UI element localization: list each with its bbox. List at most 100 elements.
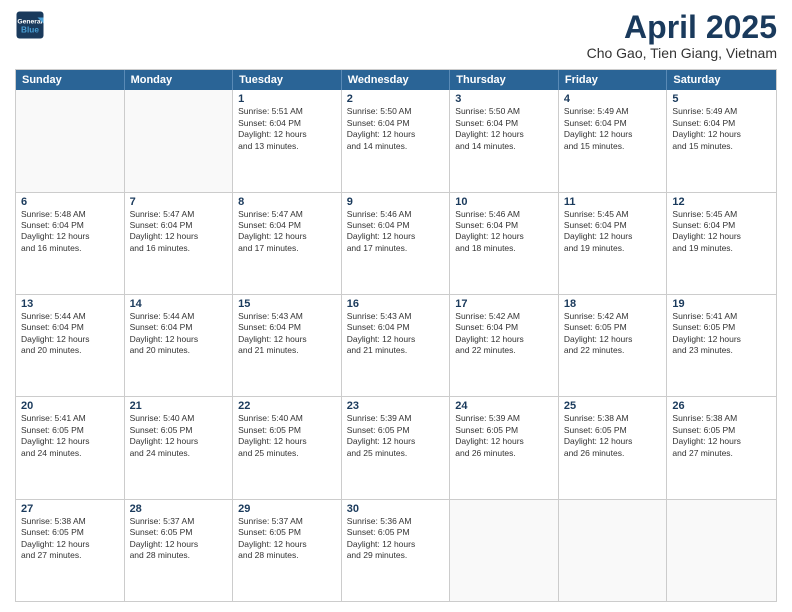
calendar-empty-cell	[450, 500, 559, 601]
day-number: 21	[130, 400, 228, 412]
day-number: 20	[21, 400, 119, 412]
calendar-day-11: 11Sunrise: 5:45 AMSunset: 6:04 PMDayligh…	[559, 193, 668, 294]
calendar-day-24: 24Sunrise: 5:39 AMSunset: 6:05 PMDayligh…	[450, 397, 559, 498]
calendar-week-2: 6Sunrise: 5:48 AMSunset: 6:04 PMDaylight…	[16, 192, 776, 294]
day-info: Sunrise: 5:45 AMSunset: 6:04 PMDaylight:…	[672, 209, 771, 255]
day-number: 2	[347, 93, 445, 105]
day-number: 18	[564, 298, 662, 310]
calendar-day-10: 10Sunrise: 5:46 AMSunset: 6:04 PMDayligh…	[450, 193, 559, 294]
calendar-day-12: 12Sunrise: 5:45 AMSunset: 6:04 PMDayligh…	[667, 193, 776, 294]
day-info: Sunrise: 5:41 AMSunset: 6:05 PMDaylight:…	[672, 311, 771, 357]
day-number: 4	[564, 93, 662, 105]
day-info: Sunrise: 5:42 AMSunset: 6:05 PMDaylight:…	[564, 311, 662, 357]
day-number: 5	[672, 93, 771, 105]
header-day-wednesday: Wednesday	[342, 70, 451, 90]
day-number: 30	[347, 503, 445, 515]
day-info: Sunrise: 5:49 AMSunset: 6:04 PMDaylight:…	[672, 106, 771, 152]
day-number: 23	[347, 400, 445, 412]
day-info: Sunrise: 5:36 AMSunset: 6:05 PMDaylight:…	[347, 516, 445, 562]
day-number: 29	[238, 503, 336, 515]
day-number: 9	[347, 196, 445, 208]
header-day-friday: Friday	[559, 70, 668, 90]
header-day-sunday: Sunday	[16, 70, 125, 90]
day-info: Sunrise: 5:46 AMSunset: 6:04 PMDaylight:…	[347, 209, 445, 255]
day-number: 10	[455, 196, 553, 208]
calendar-day-17: 17Sunrise: 5:42 AMSunset: 6:04 PMDayligh…	[450, 295, 559, 396]
day-number: 12	[672, 196, 771, 208]
calendar-day-5: 5Sunrise: 5:49 AMSunset: 6:04 PMDaylight…	[667, 90, 776, 191]
page: General Blue April 2025 Cho Gao, Tien Gi…	[0, 0, 792, 612]
logo-icon: General Blue	[15, 10, 45, 40]
month-title: April 2025	[587, 10, 777, 45]
day-info: Sunrise: 5:46 AMSunset: 6:04 PMDaylight:…	[455, 209, 553, 255]
day-number: 13	[21, 298, 119, 310]
header-day-tuesday: Tuesday	[233, 70, 342, 90]
calendar-empty-cell	[16, 90, 125, 191]
day-info: Sunrise: 5:47 AMSunset: 6:04 PMDaylight:…	[130, 209, 228, 255]
calendar-day-25: 25Sunrise: 5:38 AMSunset: 6:05 PMDayligh…	[559, 397, 668, 498]
day-info: Sunrise: 5:38 AMSunset: 6:05 PMDaylight:…	[21, 516, 119, 562]
day-info: Sunrise: 5:43 AMSunset: 6:04 PMDaylight:…	[238, 311, 336, 357]
calendar-day-19: 19Sunrise: 5:41 AMSunset: 6:05 PMDayligh…	[667, 295, 776, 396]
day-number: 17	[455, 298, 553, 310]
day-info: Sunrise: 5:40 AMSunset: 6:05 PMDaylight:…	[238, 413, 336, 459]
calendar-day-21: 21Sunrise: 5:40 AMSunset: 6:05 PMDayligh…	[125, 397, 234, 498]
day-number: 26	[672, 400, 771, 412]
calendar-day-27: 27Sunrise: 5:38 AMSunset: 6:05 PMDayligh…	[16, 500, 125, 601]
calendar-day-26: 26Sunrise: 5:38 AMSunset: 6:05 PMDayligh…	[667, 397, 776, 498]
day-number: 7	[130, 196, 228, 208]
calendar-day-14: 14Sunrise: 5:44 AMSunset: 6:04 PMDayligh…	[125, 295, 234, 396]
day-info: Sunrise: 5:44 AMSunset: 6:04 PMDaylight:…	[130, 311, 228, 357]
day-info: Sunrise: 5:50 AMSunset: 6:04 PMDaylight:…	[455, 106, 553, 152]
calendar-week-3: 13 Sunrise: 5:44 AMSunset: 6:04 PMDayligh…	[16, 294, 776, 396]
logo: General Blue	[15, 10, 49, 40]
calendar-day-1: 1Sunrise: 5:51 AMSunset: 6:04 PMDaylight…	[233, 90, 342, 191]
day-number: 27	[21, 503, 119, 515]
calendar-week-5: 27Sunrise: 5:38 AMSunset: 6:05 PMDayligh…	[16, 499, 776, 601]
day-number: 8	[238, 196, 336, 208]
calendar: SundayMondayTuesdayWednesdayThursdayFrid…	[15, 69, 777, 602]
location: Cho Gao, Tien Giang, Vietnam	[587, 45, 777, 61]
day-number: 24	[455, 400, 553, 412]
calendar-day-16: 16Sunrise: 5:43 AMSunset: 6:04 PMDayligh…	[342, 295, 451, 396]
day-number: 6	[21, 196, 119, 208]
day-info: Sunrise: 5:47 AMSunset: 6:04 PMDaylight:…	[238, 209, 336, 255]
day-number: 22	[238, 400, 336, 412]
calendar-day-13: 13Sunrise: 5:44 AMSunset: 6:04 PMDayligh…	[16, 295, 125, 396]
calendar-header: SundayMondayTuesdayWednesdayThursdayFrid…	[16, 70, 776, 90]
calendar-day-7: 7Sunrise: 5:47 AMSunset: 6:04 PMDaylight…	[125, 193, 234, 294]
svg-text:Blue: Blue	[21, 26, 39, 35]
calendar-day-4: 4Sunrise: 5:49 AMSunset: 6:04 PMDaylight…	[559, 90, 668, 191]
day-info: Sunrise: 5:39 AMSunset: 6:05 PMDaylight:…	[347, 413, 445, 459]
calendar-week-4: 20Sunrise: 5:41 AMSunset: 6:05 PMDayligh…	[16, 396, 776, 498]
calendar-day-3: 3Sunrise: 5:50 AMSunset: 6:04 PMDaylight…	[450, 90, 559, 191]
day-number: 3	[455, 93, 553, 105]
day-info: Sunrise: 5:39 AMSunset: 6:05 PMDaylight:…	[455, 413, 553, 459]
day-number: 11	[564, 196, 662, 208]
calendar-day-23: 23Sunrise: 5:39 AMSunset: 6:05 PMDayligh…	[342, 397, 451, 498]
calendar-day-6: 6Sunrise: 5:48 AMSunset: 6:04 PMDaylight…	[16, 193, 125, 294]
calendar-empty-cell	[559, 500, 668, 601]
calendar-day-22: 22Sunrise: 5:40 AMSunset: 6:05 PMDayligh…	[233, 397, 342, 498]
header: General Blue April 2025 Cho Gao, Tien Gi…	[15, 10, 777, 61]
day-info: Sunrise: 5:48 AMSunset: 6:04 PMDaylight:…	[21, 209, 119, 255]
title-area: April 2025 Cho Gao, Tien Giang, Vietnam	[587, 10, 777, 61]
calendar-day-8: 8Sunrise: 5:47 AMSunset: 6:04 PMDaylight…	[233, 193, 342, 294]
day-info: Sunrise: 5:45 AMSunset: 6:04 PMDaylight:…	[564, 209, 662, 255]
day-number: 15	[238, 298, 336, 310]
day-info: Sunrise: 5:49 AMSunset: 6:04 PMDaylight:…	[564, 106, 662, 152]
day-info: Sunrise: 5:41 AMSunset: 6:05 PMDaylight:…	[21, 413, 119, 459]
day-info: Sunrise: 5:50 AMSunset: 6:04 PMDaylight:…	[347, 106, 445, 152]
calendar-day-15: 15Sunrise: 5:43 AMSunset: 6:04 PMDayligh…	[233, 295, 342, 396]
calendar-day-29: 29Sunrise: 5:37 AMSunset: 6:05 PMDayligh…	[233, 500, 342, 601]
day-info: Sunrise: 5:37 AMSunset: 6:05 PMDaylight:…	[238, 516, 336, 562]
calendar-week-1: 1Sunrise: 5:51 AMSunset: 6:04 PMDaylight…	[16, 90, 776, 191]
svg-text:General: General	[17, 19, 42, 26]
header-day-thursday: Thursday	[450, 70, 559, 90]
day-info: Sunrise: 5:43 AMSunset: 6:04 PMDaylight:…	[347, 311, 445, 357]
day-number: 14	[130, 298, 228, 310]
calendar-day-28: 28Sunrise: 5:37 AMSunset: 6:05 PMDayligh…	[125, 500, 234, 601]
calendar-empty-cell	[125, 90, 234, 191]
day-info: Sunrise: 5:38 AMSunset: 6:05 PMDaylight:…	[564, 413, 662, 459]
calendar-body: 1Sunrise: 5:51 AMSunset: 6:04 PMDaylight…	[16, 90, 776, 601]
